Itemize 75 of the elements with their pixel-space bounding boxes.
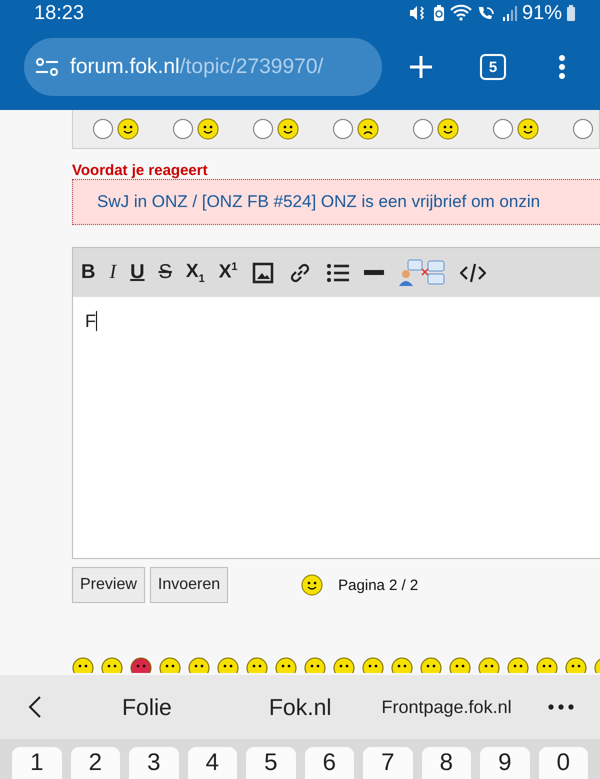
- keyboard-key[interactable]: 3: [129, 747, 178, 779]
- battery-percentage: 91%: [522, 2, 562, 24]
- radio-button[interactable]: [253, 119, 273, 139]
- strikethrough-button[interactable]: S: [158, 261, 172, 284]
- form-button[interactable]: Invoeren: [150, 567, 228, 603]
- smiley-icon[interactable]: [420, 657, 442, 673]
- smiley-icon[interactable]: [101, 657, 123, 673]
- radio-button[interactable]: [493, 119, 513, 139]
- smiley-icon: [277, 118, 299, 140]
- word-suggestion[interactable]: Fok.nl: [268, 694, 332, 720]
- smiley-icon: [117, 118, 139, 140]
- bold-button[interactable]: B: [81, 261, 96, 284]
- pagination-label: Pagina 2 / 2: [338, 576, 418, 594]
- menu-icon[interactable]: [558, 54, 566, 80]
- battery-icon: [566, 4, 576, 22]
- underline-button[interactable]: U: [130, 261, 145, 284]
- keyboard-key[interactable]: 0: [538, 747, 588, 779]
- url-text: forum.fok.nl/topic/2739970/: [70, 55, 324, 79]
- message-field[interactable]: F: [73, 297, 600, 558]
- smiley-icon[interactable]: [333, 657, 355, 673]
- smiley-icon[interactable]: [304, 657, 326, 673]
- list-icon[interactable]: [326, 262, 350, 282]
- keyboard-key[interactable]: 5: [246, 747, 296, 779]
- smiley-icon[interactable]: [391, 657, 413, 673]
- smiley-icon[interactable]: [188, 657, 210, 673]
- new-tab-icon[interactable]: [408, 54, 434, 80]
- keyboard-key[interactable]: 1: [12, 747, 62, 779]
- battery-saver-icon: [432, 4, 446, 22]
- script-button[interactable]: X$_{1}$: [186, 260, 205, 284]
- keyboard-key[interactable]: 9: [480, 747, 530, 779]
- script-button[interactable]: X$^{1}$: [218, 261, 238, 284]
- smiley-icon[interactable]: [130, 657, 152, 673]
- radio-button[interactable]: [413, 119, 433, 139]
- back-icon[interactable]: [28, 695, 42, 719]
- image-icon[interactable]: [252, 262, 274, 284]
- keyboard-key[interactable]: 6: [304, 747, 354, 779]
- keyboard-key[interactable]: 2: [70, 747, 120, 779]
- smiley-icon[interactable]: [565, 657, 587, 673]
- radio-button[interactable]: [173, 119, 193, 139]
- smiley-icon: [301, 574, 324, 596]
- wifi-icon: [450, 4, 472, 22]
- smiley-icon[interactable]: [478, 657, 500, 673]
- italic-button[interactable]: I: [109, 261, 116, 284]
- smiley-icon[interactable]: [72, 657, 94, 673]
- notice-heading: Voordat je reageert: [72, 162, 209, 179]
- smiley-icon: [357, 118, 379, 140]
- topic-link[interactable]: SwJ in ONZ / [ONZ FB #524] ONZ is een vrijbrief om onzin: [97, 192, 540, 212]
- smiley-icon[interactable]: [449, 657, 471, 673]
- radio-button[interactable]: [93, 119, 113, 139]
- code-icon[interactable]: [460, 262, 486, 282]
- tab-count-button[interactable]: 5: [480, 54, 506, 80]
- form-button[interactable]: Preview: [72, 567, 145, 603]
- smiley-icon[interactable]: [536, 657, 558, 673]
- word-suggestion[interactable]: Frontpage.fok.nl: [382, 696, 512, 718]
- keyboard-key[interactable]: 7: [363, 747, 412, 779]
- more-icon[interactable]: [548, 704, 574, 710]
- smiley-icon[interactable]: [507, 657, 529, 673]
- smiley-icon: [197, 118, 219, 140]
- keyboard-key[interactable]: 8: [422, 747, 471, 779]
- word-suggestion[interactable]: Folie: [122, 694, 172, 720]
- smiley-icon: [517, 118, 539, 140]
- site-settings-icon[interactable]: [34, 56, 60, 78]
- smiley-icon: [437, 118, 459, 140]
- address-bar[interactable]: forum.fok.nl/topic/2739970/: [24, 38, 382, 96]
- status-time: 18:23: [34, 2, 84, 24]
- smiley-icon[interactable]: [217, 657, 239, 673]
- smiley-icon[interactable]: [246, 657, 268, 673]
- radio-button[interactable]: [333, 119, 353, 139]
- signal-icon: [502, 4, 518, 22]
- smiley-icon[interactable]: [275, 657, 297, 673]
- keyboard-key[interactable]: 4: [188, 747, 237, 779]
- speech-bubbles-icon[interactable]: [398, 258, 446, 286]
- radio-button[interactable]: [573, 119, 593, 139]
- smiley-icon[interactable]: [159, 657, 181, 673]
- smiley-icon[interactable]: [362, 657, 384, 673]
